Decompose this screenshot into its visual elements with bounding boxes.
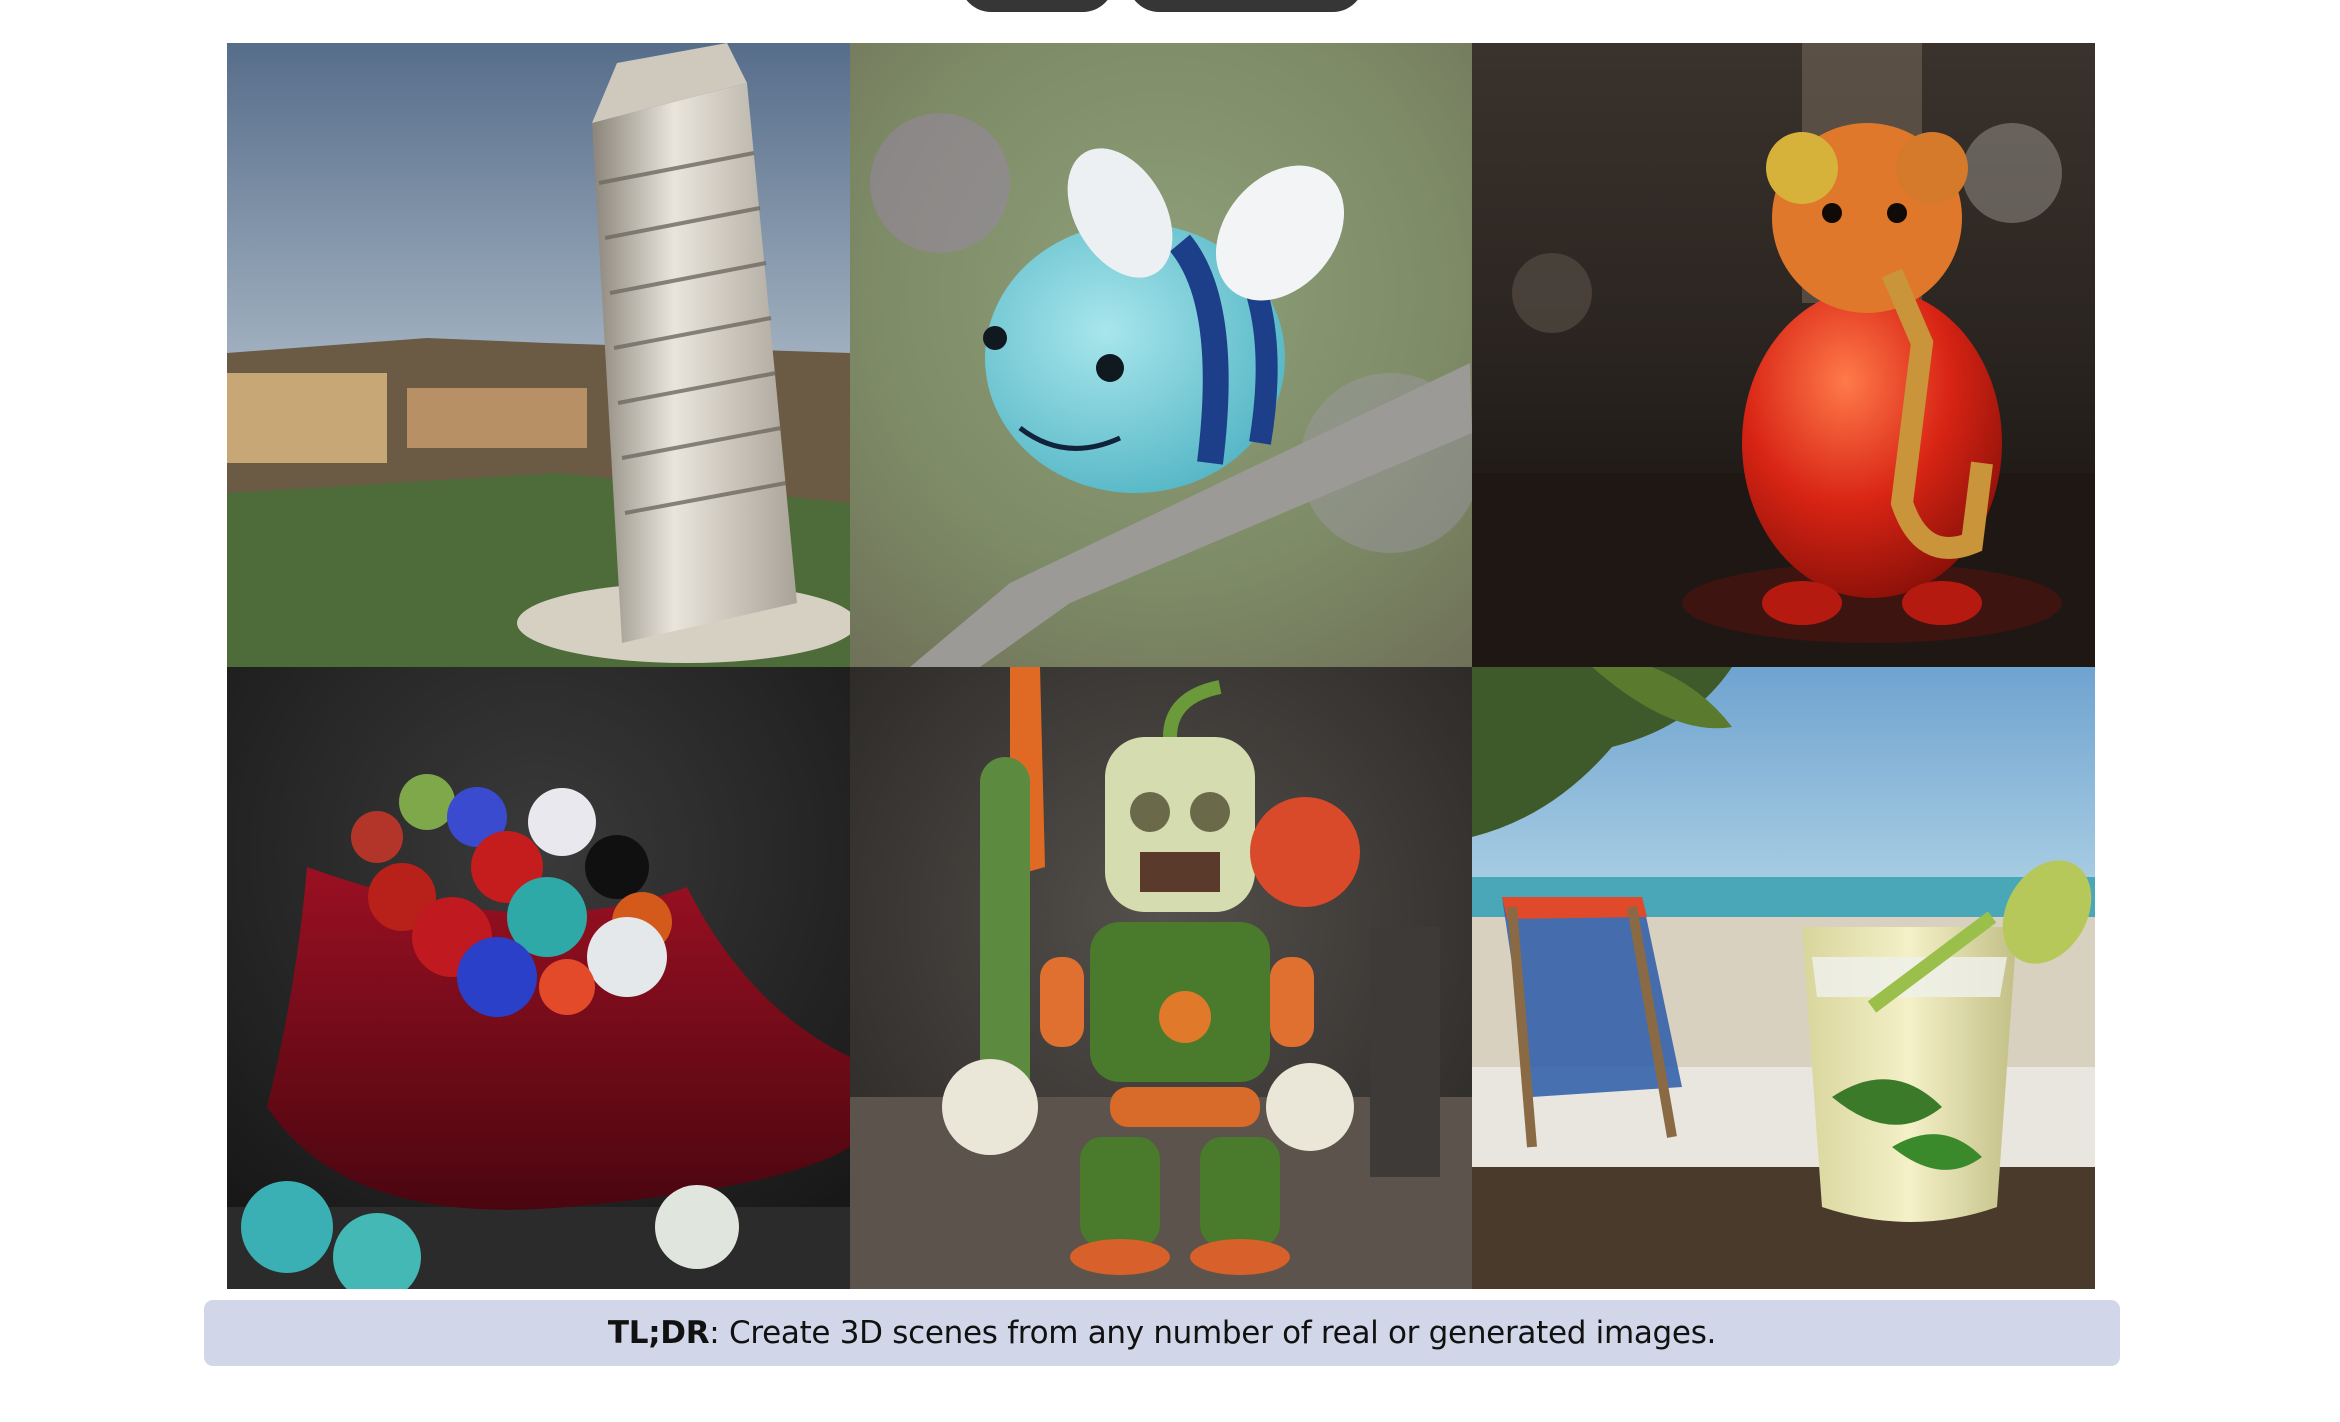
- nav-button[interactable]: [1128, 0, 1364, 12]
- leaning-tower-image: [227, 43, 850, 667]
- mojito-beach-image: [1472, 667, 2095, 1289]
- gummy-bear-saxophone-image: [1472, 43, 2095, 667]
- tldr-label: TL;DR: [607, 1315, 710, 1351]
- tldr-text: : Create 3D scenes from any number of re…: [709, 1315, 1717, 1351]
- tldr-caption: TL;DR: Create 3D scenes from any number …: [204, 1300, 2120, 1366]
- crochet-bee-image: [850, 43, 1472, 667]
- teaser-image-grid: [227, 43, 2095, 1289]
- project-page: TL;DR: Create 3D scenes from any number …: [0, 0, 2340, 1422]
- vegetable-robot-image: [850, 667, 1472, 1289]
- nav-button[interactable]: [960, 0, 1114, 12]
- marbles-velvet-bag-image: [227, 667, 850, 1289]
